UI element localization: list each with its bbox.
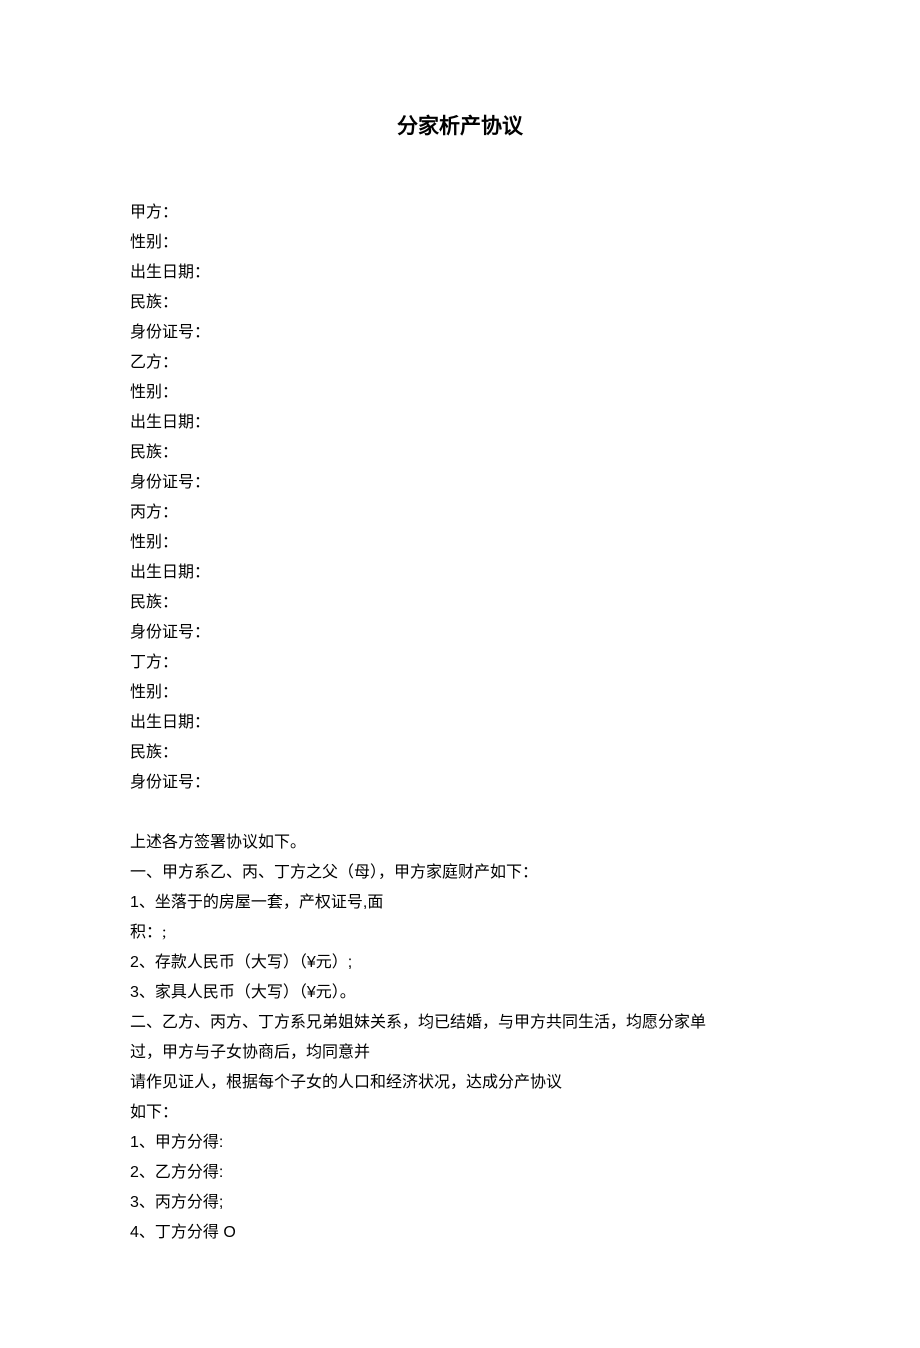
dist1: 1、甲方分得: — [130, 1128, 790, 1158]
party-yi-label: 乙方： — [130, 348, 790, 378]
party-yi-id: 身份证号： — [130, 468, 790, 498]
party-bing-id: 身份证号： — [130, 618, 790, 648]
section2-line1: 二、乙方、丙方、丁方系兄弟姐妹关系，均已结婚，与甲方共同生活，均愿分家单 — [130, 1008, 790, 1038]
party-jia-ethnicity: 民族： — [130, 288, 790, 318]
section2-line3: 请作见证人，根据每个子女的人口和经济状况，达成分产协议 — [130, 1068, 790, 1098]
party-ding-birth: 出生日期： — [130, 708, 790, 738]
document-title: 分家析产协议 — [130, 110, 790, 140]
blank-line — [130, 798, 790, 828]
party-jia-birth: 出生日期： — [130, 258, 790, 288]
party-bing-birth: 出生日期： — [130, 558, 790, 588]
section1-item2: 2、存款人民币（大写）（¥元）; — [130, 948, 790, 978]
section1-item1a: 1、坐落于的房屋一套，产权证号,面 — [130, 888, 790, 918]
party-yi-birth: 出生日期： — [130, 408, 790, 438]
section1-item1b: 积：; — [130, 918, 790, 948]
party-bing-gender: 性别： — [130, 528, 790, 558]
party-yi-ethnicity: 民族： — [130, 438, 790, 468]
document-page: 分家析产协议 甲方： 性别： 出生日期： 民族： 身份证号： 乙方： 性别： 出… — [0, 0, 920, 1348]
party-ding-label: 丁方： — [130, 648, 790, 678]
party-jia-gender: 性别： — [130, 228, 790, 258]
party-jia-id: 身份证号： — [130, 318, 790, 348]
party-bing-label: 丙方： — [130, 498, 790, 528]
section2-line4: 如下： — [130, 1098, 790, 1128]
intro-line: 上述各方签署协议如下。 — [130, 828, 790, 858]
dist4: 4、丁方分得 O — [130, 1218, 790, 1248]
party-ding-gender: 性别： — [130, 678, 790, 708]
party-bing-ethnicity: 民族： — [130, 588, 790, 618]
party-jia-label: 甲方： — [130, 198, 790, 228]
section2-line2: 过，甲方与子女协商后，均同意并 — [130, 1038, 790, 1068]
dist3: 3、丙方分得; — [130, 1188, 790, 1218]
party-ding-ethnicity: 民族： — [130, 738, 790, 768]
dist2: 2、乙方分得: — [130, 1158, 790, 1188]
party-yi-gender: 性别： — [130, 378, 790, 408]
section1-item3: 3、家具人民币（大写）（¥元）。 — [130, 978, 790, 1008]
section1-title: 一、甲方系乙、丙、丁方之父（母），甲方家庭财产如下： — [130, 858, 790, 888]
party-ding-id: 身份证号： — [130, 768, 790, 798]
